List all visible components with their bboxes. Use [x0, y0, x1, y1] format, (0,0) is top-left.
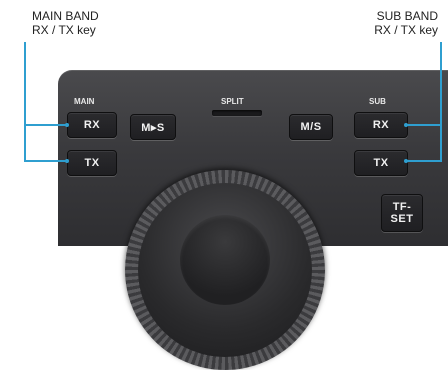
main-rx-key[interactable]: RX — [67, 112, 117, 138]
main-band-callout-title: MAIN BAND — [32, 9, 99, 23]
sub-rx-leader-dot — [404, 123, 408, 127]
sub-tx-key[interactable]: TX — [354, 150, 408, 176]
split-label: SPLIT — [221, 97, 244, 106]
sub-rx-key[interactable]: RX — [354, 112, 408, 138]
tuning-dial-center — [180, 215, 270, 305]
main-band-callout: MAIN BAND RX / TX key — [32, 9, 99, 37]
m-to-s-key[interactable]: M▸S — [130, 114, 176, 140]
m-slash-s-key[interactable]: M/S — [289, 114, 333, 140]
split-indicator — [212, 110, 262, 116]
sub-band-callout: SUB BAND RX / TX key — [374, 9, 438, 37]
sub-tx-leader — [406, 160, 442, 162]
sub-band-callout-title: SUB BAND — [376, 9, 438, 23]
main-callout-line — [24, 42, 26, 160]
tf-set-key[interactable]: TF- SET — [381, 194, 423, 232]
tf-set-key-line2: SET — [390, 213, 414, 225]
sub-tx-leader-dot — [404, 159, 408, 163]
sub-rx-leader — [406, 124, 442, 126]
main-tx-leader — [24, 160, 67, 162]
main-band-callout-subtitle: RX / TX key — [32, 23, 96, 37]
main-rx-leader — [24, 124, 67, 126]
tf-set-key-line1: TF- — [392, 201, 412, 213]
main-rx-leader-dot — [65, 123, 69, 127]
sub-band-callout-subtitle: RX / TX key — [374, 23, 438, 37]
main-tx-leader-dot — [65, 159, 69, 163]
main-label: MAIN — [74, 97, 95, 106]
sub-label: SUB — [369, 97, 386, 106]
main-tx-key[interactable]: TX — [67, 150, 117, 176]
sub-callout-line — [440, 42, 442, 160]
